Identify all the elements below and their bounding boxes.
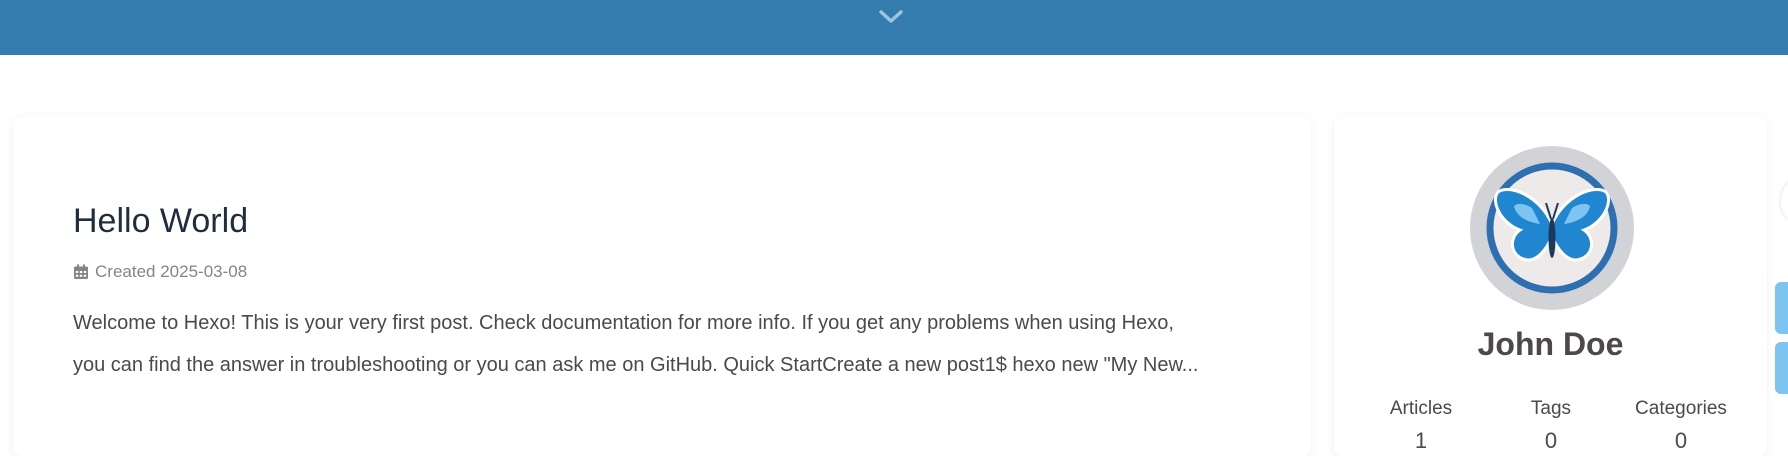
excerpt-line: Welcome to Hexo! This is your very first…	[73, 312, 1174, 334]
created-date: 2025-03-08	[160, 262, 248, 281]
stat-categories[interactable]: Categories 0	[1616, 398, 1746, 454]
rightside-button[interactable]	[1775, 282, 1788, 334]
created-label: Created	[95, 262, 156, 281]
butterfly-logo-icon	[1471, 147, 1633, 309]
scroll-down-button[interactable]	[876, 6, 906, 28]
stat-value: 0	[1544, 428, 1558, 453]
stat-value: 1	[1414, 428, 1428, 453]
site-stats: Articles 1 Tags 0 Categories 0	[1356, 398, 1746, 454]
stat-tags[interactable]: Tags 0	[1486, 398, 1616, 454]
stat-label: Articles	[1389, 398, 1453, 419]
avatar	[1470, 146, 1634, 310]
chevron-down-icon	[879, 10, 903, 23]
post-excerpt: Welcome to Hexo! This is your very first…	[73, 302, 1263, 386]
calendar-icon	[73, 264, 89, 280]
stat-label: Tags	[1530, 398, 1572, 419]
rightside-button[interactable]	[1775, 342, 1788, 394]
recent-post-card: Hello World Created 2025-03-08 Welcome t…	[13, 116, 1311, 456]
author-name: John Doe	[1477, 326, 1624, 362]
post-title-link[interactable]: Hello World	[73, 202, 248, 241]
post-meta: Created 2025-03-08	[73, 262, 247, 282]
stat-label: Categories	[1635, 398, 1727, 419]
excerpt-line: you can find the answer in troubleshooti…	[73, 354, 1199, 376]
stat-articles[interactable]: Articles 1	[1356, 398, 1486, 454]
stat-value: 0	[1674, 428, 1688, 453]
author-profile-card: John Doe Articles 1 Tags 0 Categories 0	[1334, 116, 1767, 456]
